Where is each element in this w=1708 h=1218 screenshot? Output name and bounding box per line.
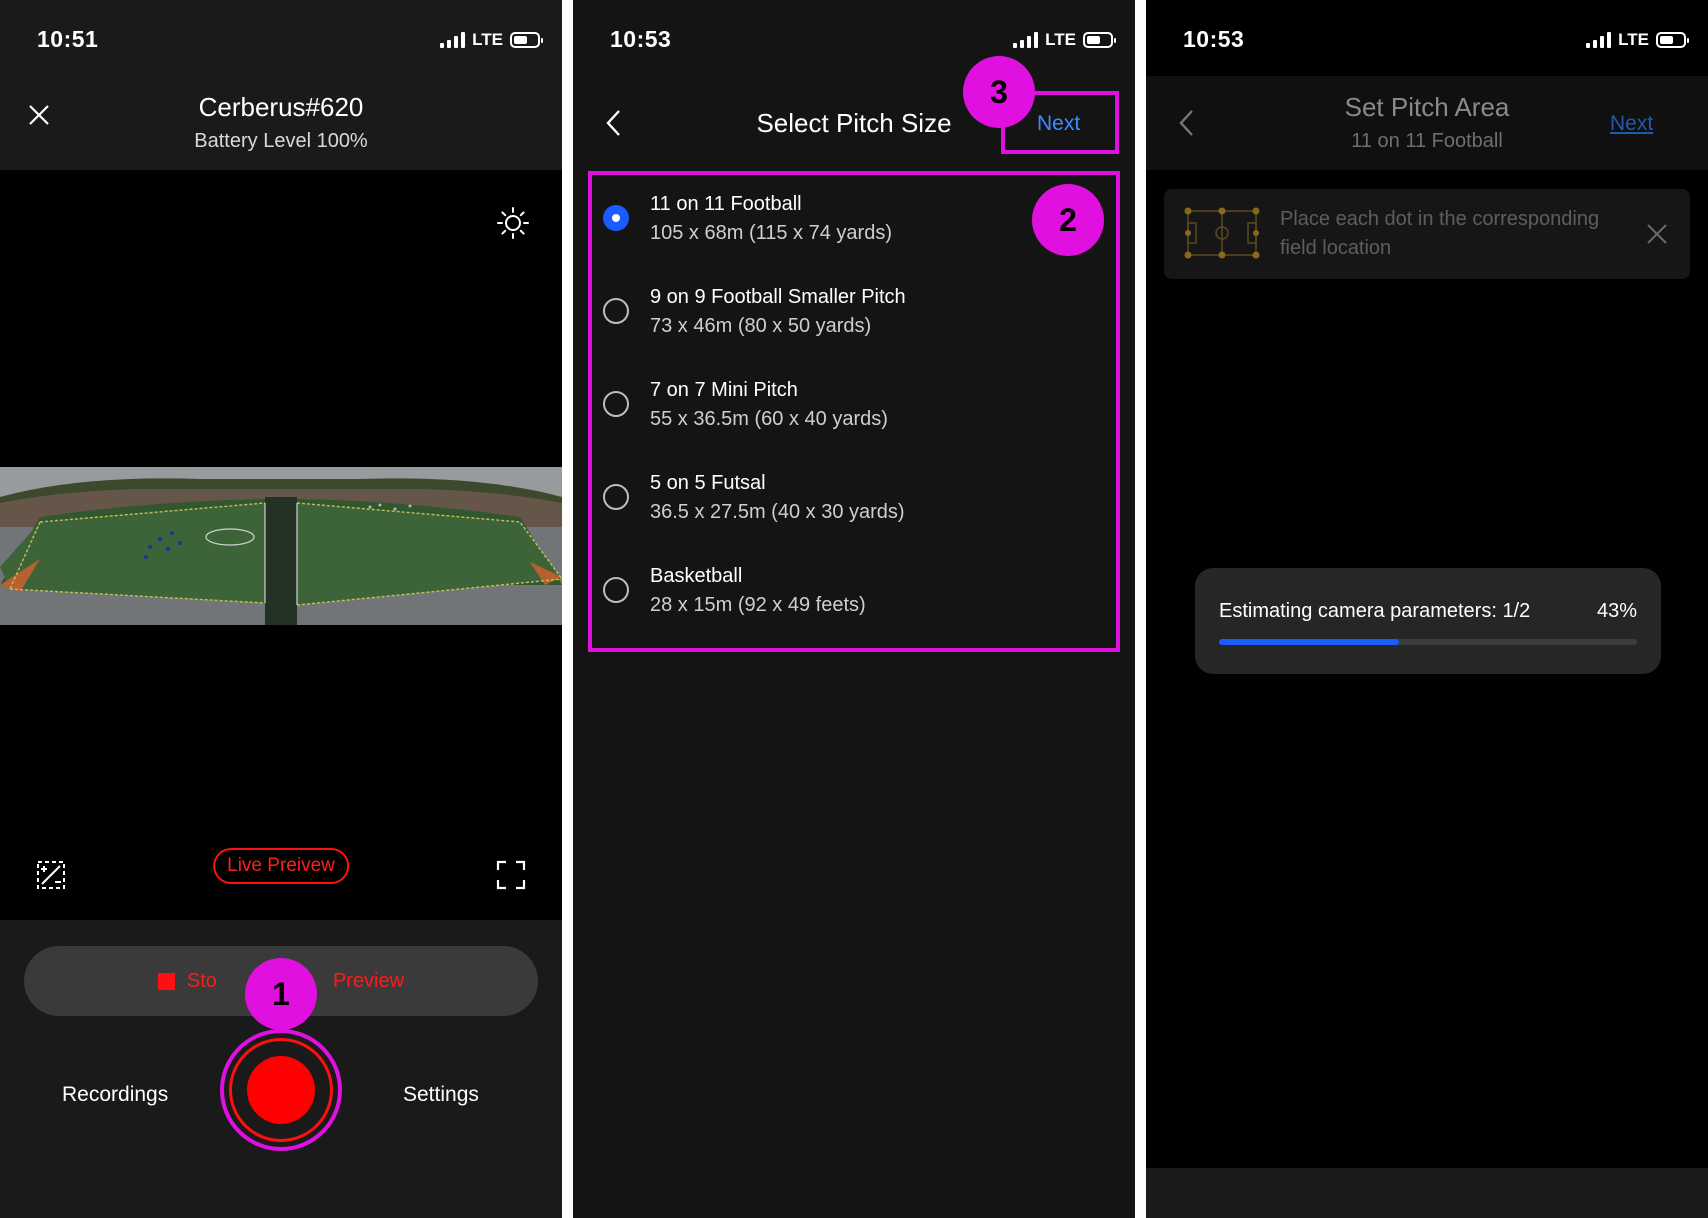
status-time: 10:51 xyxy=(37,26,99,52)
pitch-option-dims: 36.5 x 27.5m (40 x 30 yards) xyxy=(650,501,905,523)
signal-icon xyxy=(1013,32,1039,48)
progress-bar xyxy=(1219,639,1637,645)
live-preview-badge: Live Preivew xyxy=(213,848,349,884)
fullscreen-icon[interactable] xyxy=(496,860,526,890)
pitch-option-basketball[interactable]: Basketball 28 x 15m (92 x 49 feets) xyxy=(592,547,1116,640)
record-icon xyxy=(247,1056,315,1124)
radio-icon[interactable] xyxy=(603,484,629,510)
tip-text: Place each dot in the corresponding fiel… xyxy=(1280,208,1600,259)
recordings-button[interactable]: Recordings xyxy=(62,1083,168,1107)
status-indicators: LTE xyxy=(440,30,543,50)
bottom-bar xyxy=(1146,1168,1708,1218)
next-button[interactable]: Next xyxy=(1610,112,1653,136)
instruction-tip: Place each dot in the corresponding fiel… xyxy=(1164,189,1690,279)
device-name: Cerberus#620 xyxy=(198,92,364,122)
select-pitch-size-screen: 10:53 LTE Select Pitch Size Next 3 11 on… xyxy=(573,0,1135,1218)
pitch-option-dims: 105 x 68m (115 x 74 yards) xyxy=(650,222,892,244)
progress-dialog: Estimating camera parameters: 1/2 43% xyxy=(1195,568,1661,674)
step-callout-1: 1 xyxy=(245,958,317,1030)
progress-bar-fill xyxy=(1219,639,1399,645)
status-time: 10:53 xyxy=(1183,26,1245,52)
battery-icon xyxy=(1083,32,1116,48)
brightness-icon[interactable] xyxy=(496,206,530,240)
panorama-video-frame xyxy=(0,467,562,625)
pitch-dots-icon xyxy=(1184,207,1260,259)
edit-pitch-icon[interactable] xyxy=(36,860,66,890)
pitch-option-7-on-7[interactable]: 7 on 7 Mini Pitch 55 x 36.5m (60 x 40 ya… xyxy=(592,361,1116,454)
radio-icon[interactable] xyxy=(603,577,629,603)
network-type: LTE xyxy=(472,30,503,49)
stop-button-label-end: Preview xyxy=(332,969,405,992)
battery-icon xyxy=(1656,32,1689,48)
pitch-option-name: 11 on 11 Football xyxy=(650,193,802,215)
signal-icon xyxy=(440,32,466,48)
battery-icon xyxy=(510,32,543,48)
network-type: LTE xyxy=(1618,30,1649,49)
progress-percent: 43% xyxy=(1596,600,1637,622)
stop-button-label-start: Sto xyxy=(186,969,217,992)
pitch-area-header: Set Pitch Area 11 on 11 Football Next xyxy=(1146,76,1708,170)
pitch-option-dims: 73 x 46m (80 x 50 yards) xyxy=(650,315,872,337)
pitch-option-9-on-9[interactable]: 9 on 9 Football Smaller Pitch 73 x 46m (… xyxy=(592,268,1116,361)
pitch-option-dims: 55 x 36.5m (60 x 40 yards) xyxy=(650,408,888,430)
step-callout-3: 3 xyxy=(963,56,1035,128)
status-indicators: LTE xyxy=(1013,30,1116,50)
device-header: Cerberus#620 Battery Level 100% xyxy=(0,76,562,170)
settings-button[interactable]: Settings xyxy=(403,1083,479,1107)
radio-icon[interactable] xyxy=(603,298,629,324)
battery-level: Battery Level 100% xyxy=(194,130,368,152)
pitch-option-name: Basketball xyxy=(650,565,743,587)
signal-icon xyxy=(1586,32,1612,48)
pitch-option-name: 5 on 5 Futsal xyxy=(650,472,766,494)
step-callout-2: 2 xyxy=(1032,184,1104,256)
close-icon[interactable] xyxy=(1646,223,1668,245)
progress-label: Estimating camera parameters: 1/2 xyxy=(1219,600,1531,622)
radio-selected-icon[interactable] xyxy=(603,205,629,231)
status-time: 10:53 xyxy=(610,26,672,52)
pitch-option-name: 7 on 7 Mini Pitch xyxy=(650,379,798,401)
network-type: LTE xyxy=(1045,30,1076,49)
stop-icon xyxy=(157,972,175,990)
radio-icon[interactable] xyxy=(603,391,629,417)
pitch-option-dims: 28 x 15m (92 x 49 feets) xyxy=(650,594,866,616)
pitch-option-5-on-5[interactable]: 5 on 5 Futsal 36.5 x 27.5m (40 x 30 yard… xyxy=(592,454,1116,547)
record-button[interactable] xyxy=(229,1038,333,1142)
status-indicators: LTE xyxy=(1586,30,1689,50)
set-pitch-area-screen: 10:53 LTE Set Pitch Area 11 on 11 Footba… xyxy=(1146,0,1708,1218)
camera-preview-screen: 10:51 LTE Cerberus#620 Battery Level 100… xyxy=(0,0,562,1218)
live-preview-area: Live Preivew xyxy=(0,170,562,920)
pitch-option-name: 9 on 9 Football Smaller Pitch xyxy=(650,286,906,308)
